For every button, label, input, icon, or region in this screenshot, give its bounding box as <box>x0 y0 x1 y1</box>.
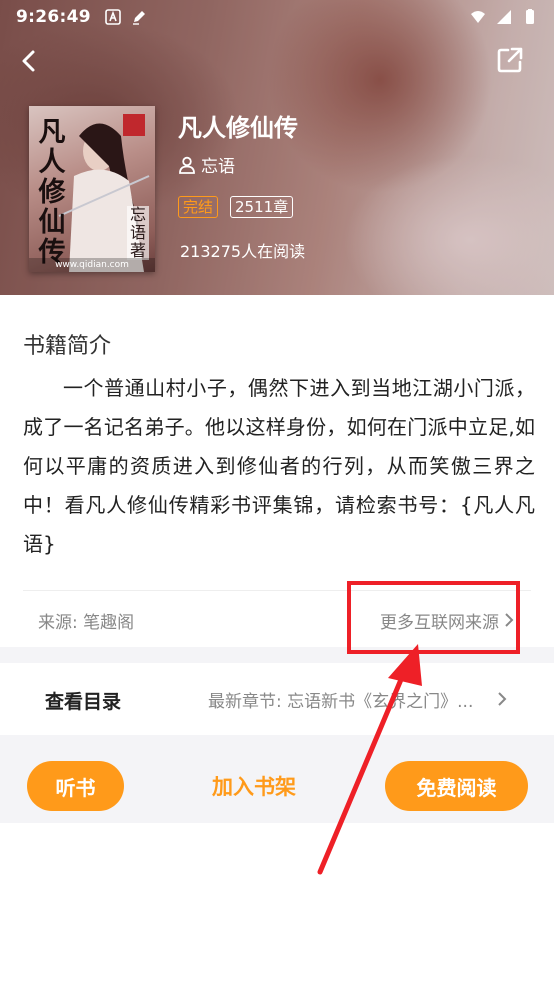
latest-chapter: 最新章节: 忘语新书《玄界之门》... <box>208 692 474 712</box>
battery-icon <box>526 9 534 24</box>
divider <box>23 590 531 591</box>
wifi-icon <box>471 11 485 23</box>
chevron-right-icon <box>505 613 514 627</box>
catalog-row[interactable]: 查看目录 最新章节: 忘语新书《玄界之门》... <box>0 663 554 735</box>
source-label: 来源: 笔趣阁 <box>38 613 135 633</box>
share-icon[interactable] <box>496 46 524 74</box>
status-time: 9:26:49 <box>16 7 91 27</box>
chevron-right-icon <box>498 692 507 706</box>
action-bar: 听书 加入书架 免费阅读 <box>0 735 554 823</box>
synopsis-heading: 书籍简介 <box>23 334 112 359</box>
catalog-label: 查看目录 <box>45 691 122 713</box>
author-row[interactable]: 忘语 <box>178 152 235 177</box>
back-arrow-icon[interactable] <box>14 46 44 76</box>
add-to-shelf-button[interactable]: 加入书架 <box>186 761 322 811</box>
status-tag: 完结 <box>178 196 219 218</box>
cover-title: 凡 人 修 仙 传 <box>38 117 66 268</box>
signal-icon <box>497 10 511 24</box>
readers-count: 213275人在阅读 <box>180 242 306 261</box>
more-sources-label: 更多互联网来源 <box>380 612 499 632</box>
section-gap <box>0 647 554 663</box>
free-read-button[interactable]: 免费阅读 <box>385 761 528 811</box>
pen-icon <box>132 11 145 25</box>
cover-url: www.qidian.com <box>29 258 155 272</box>
cover-badge <box>123 114 145 136</box>
cover-author: 忘语著 <box>127 206 149 260</box>
status-bar: 9:26:49 <box>0 0 554 34</box>
book-title: 凡人修仙传 <box>178 114 298 142</box>
chapters-tag: 2511章 <box>230 196 294 218</box>
listen-button[interactable]: 听书 <box>27 761 124 811</box>
author-name: 忘语 <box>201 157 235 177</box>
book-cover[interactable]: 凡 人 修 仙 传 忘语著 www.qidian.com <box>29 106 155 272</box>
synopsis-section: 书籍简介 一个普通山村小子，偶然下进入到当地江湖小门派，成了一名记名弟子。他以这… <box>0 295 554 647</box>
book-header: 9:26:49 凡 人 修 仙 传 忘语著 www.qidian.com 凡人修… <box>0 0 554 295</box>
book-tags: 完结 2511章 <box>178 196 294 218</box>
synopsis-text: 一个普通山村小子，偶然下进入到当地江湖小门派，成了一名记名弟子。他以这样身份，如… <box>23 376 535 556</box>
notification-a-icon <box>105 9 121 25</box>
more-sources-button[interactable]: 更多互联网来源 <box>352 597 515 643</box>
person-icon <box>179 156 195 174</box>
